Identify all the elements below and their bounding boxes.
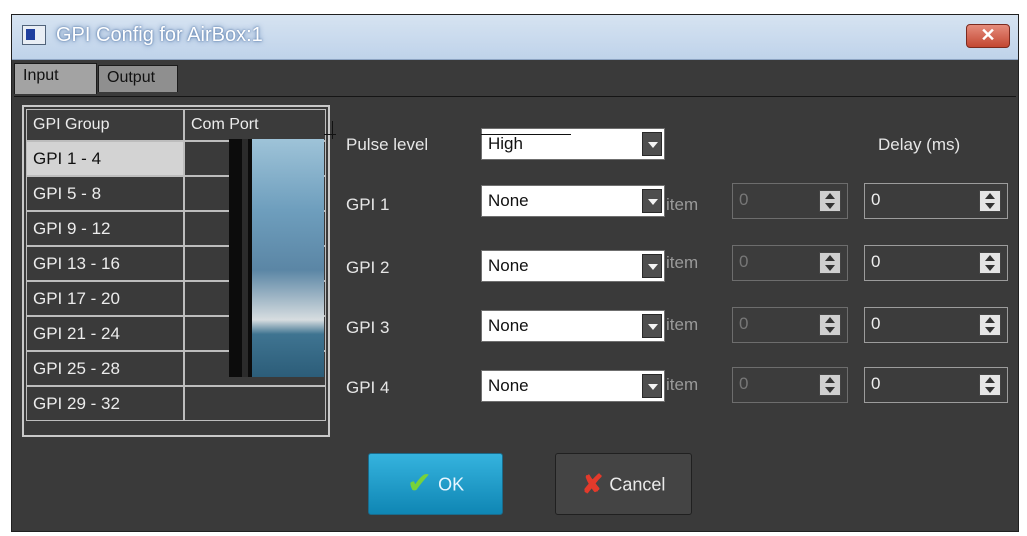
table-edge-mark	[324, 134, 336, 135]
gpi-2-label: GPI 2	[346, 258, 390, 277]
background-preview-image	[229, 139, 324, 377]
table-row[interactable]: GPI 29 - 32	[26, 386, 326, 421]
gpi-1-delay-spinner[interactable]: 0	[864, 183, 1008, 219]
tab-output[interactable]: Output	[98, 65, 178, 92]
close-button[interactable]: ✕	[966, 24, 1010, 48]
spinner-arrows-icon[interactable]	[979, 314, 1001, 336]
preview-divider	[242, 139, 248, 377]
gpi-2-delay-value: 0	[871, 252, 881, 271]
chevron-down-icon[interactable]	[642, 374, 662, 398]
gpi-group-cell: GPI 1 - 4	[26, 141, 184, 176]
gpi-group-cell: GPI 17 - 20	[26, 281, 184, 316]
close-icon: ✕	[980, 25, 996, 45]
gpi-group-cell: GPI 5 - 8	[26, 176, 184, 211]
gpi-group-cell: GPI 29 - 32	[26, 386, 184, 421]
gpi-3-value: None	[488, 316, 529, 335]
gpi-group-cell: GPI 21 - 24	[26, 316, 184, 351]
gpi-group-cell: GPI 25 - 28	[26, 351, 184, 386]
window-title: GPI Config for AirBox:1	[56, 24, 263, 46]
chevron-down-icon[interactable]	[642, 132, 662, 156]
gpi-1-select[interactable]: None	[481, 185, 665, 217]
gpi-3-select[interactable]: None	[481, 310, 665, 342]
spinner-arrows-icon[interactable]	[979, 252, 1001, 274]
spinner-arrows-icon	[819, 314, 841, 336]
spinner-arrows-icon	[819, 190, 841, 212]
gpi-3-delay-spinner[interactable]: 0	[864, 307, 1008, 343]
gpi-1-value: None	[488, 191, 529, 210]
gpi-3-item-label: item	[666, 315, 699, 334]
gpi-2-item-value: 0	[739, 252, 749, 271]
spinner-arrows-icon	[819, 252, 841, 274]
gpi-4-item-spinner: 0	[732, 367, 848, 403]
gpi-4-item-value: 0	[739, 374, 749, 393]
title-bar[interactable]: GPI Config for AirBox:1 ✕	[12, 15, 1018, 60]
pulse-level-select[interactable]: High	[481, 128, 665, 160]
cancel-label: Cancel	[609, 474, 666, 495]
column-header-gpi-group: GPI Group	[26, 109, 184, 141]
gpi-1-delay-value: 0	[871, 190, 881, 209]
tab-divider	[14, 96, 1016, 97]
gpi-3-delay-value: 0	[871, 314, 881, 333]
spinner-arrows-icon[interactable]	[979, 190, 1001, 212]
gpi-3-item-value: 0	[739, 314, 749, 333]
gpi-4-label: GPI 4	[346, 378, 390, 397]
gpi-2-item-label: item	[666, 253, 699, 272]
column-header-com-port: Com Port	[184, 109, 326, 141]
gpi-4-item-label: item	[666, 375, 699, 394]
gpi-1-label: GPI 1	[346, 195, 390, 214]
window-icon	[22, 25, 46, 45]
chevron-down-icon[interactable]	[642, 189, 662, 213]
gpi-4-delay-value: 0	[871, 374, 881, 393]
table-edge-mark	[332, 121, 333, 139]
sky-sea-image	[252, 139, 324, 377]
gpi-2-item-spinner: 0	[732, 245, 848, 281]
com-port-cell	[184, 386, 326, 421]
checkmark-icon: ✔	[406, 467, 433, 501]
gpi-2-select[interactable]: None	[481, 250, 665, 282]
ok-button[interactable]: ✔ OK	[368, 453, 503, 515]
chevron-down-icon[interactable]	[642, 254, 662, 278]
tab-input[interactable]: Input	[14, 63, 97, 94]
gpi-3-label: GPI 3	[346, 318, 390, 337]
gpi-4-value: None	[488, 376, 529, 395]
gpi-2-value: None	[488, 256, 529, 275]
gpi-group-cell: GPI 9 - 12	[26, 211, 184, 246]
gpi-1-item-spinner: 0	[732, 183, 848, 219]
chevron-down-icon[interactable]	[642, 314, 662, 338]
cancel-button[interactable]: ✘ Cancel	[555, 453, 692, 515]
pulse-level-underline	[481, 134, 571, 135]
gpi-2-delay-spinner[interactable]: 0	[864, 245, 1008, 281]
delay-header: Delay (ms)	[878, 135, 961, 154]
gpi-4-select[interactable]: None	[481, 370, 665, 402]
ok-label: OK	[438, 474, 465, 495]
gpi-4-delay-spinner[interactable]: 0	[864, 367, 1008, 403]
pulse-level-value: High	[488, 134, 523, 153]
spinner-arrows-icon	[819, 374, 841, 396]
gpi-1-item-label: item	[666, 195, 699, 214]
spinner-arrows-icon[interactable]	[979, 374, 1001, 396]
gpi-3-item-spinner: 0	[732, 307, 848, 343]
pulse-level-label: Pulse level	[346, 135, 429, 154]
gpi-group-cell: GPI 13 - 16	[26, 246, 184, 281]
gpi-config-dialog: GPI Config for AirBox:1 ✕ Input Output G…	[11, 14, 1019, 532]
gpi-1-item-value: 0	[739, 190, 749, 209]
x-icon: ✘	[581, 469, 604, 500]
